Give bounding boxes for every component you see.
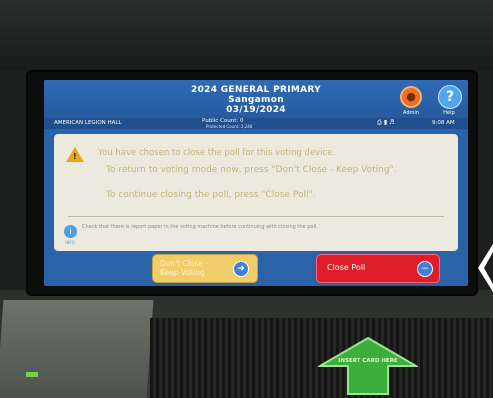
clock: 9:08 AM — [432, 120, 455, 126]
question-icon: ? — [445, 89, 455, 105]
admin-label: Admin — [403, 110, 419, 116]
warning-message: You have chosen to close the poll for th… — [98, 148, 336, 158]
warning-icon-mark: ! — [73, 152, 77, 161]
close-poll-label: Close Poll — [327, 263, 366, 272]
voting-screen: 2024 GENERAL PRIMARY Sangamon 03/19/2024… — [44, 80, 468, 286]
paper-check-note: Check that there is report paper in the … — [82, 224, 318, 230]
pointer-arrow-icon — [478, 244, 493, 292]
machine-side-panel — [0, 300, 154, 398]
insert-card-arrow-icon — [318, 336, 418, 395]
background-wall — [0, 0, 493, 70]
shield-icon: ● — [406, 90, 416, 103]
help-label: Help — [443, 110, 455, 116]
volume-icon: ♬ — [389, 119, 397, 126]
printer-icon: ⎙ — [377, 119, 384, 126]
arrow-circle-icon: ➜ — [233, 261, 249, 277]
insert-card-label: INSERT CARD HERE — [338, 358, 398, 364]
status-light — [26, 372, 38, 377]
dialog-divider — [68, 216, 444, 217]
help-button[interactable]: ? — [438, 85, 462, 109]
protected-count: Protected Count: 2,248 — [206, 124, 253, 129]
dont-close-label: Don't Close - Keep Voting — [160, 259, 209, 277]
info-label: INFO — [65, 240, 75, 245]
status-icons: ⎙▮♬ — [377, 119, 397, 127]
continue-instruction: To continue closing the poll, press "Clo… — [106, 190, 316, 200]
dont-close-button[interactable]: Don't Close - Keep Voting ➜ — [152, 254, 258, 283]
admin-button[interactable]: ● — [400, 86, 422, 108]
close-poll-button[interactable]: Close Poll − — [316, 254, 440, 283]
minus-circle-icon: − — [417, 261, 433, 277]
info-icon[interactable]: i — [64, 225, 77, 238]
polling-location: AMERICAN LEGION HALL — [54, 120, 122, 126]
return-instruction: To return to voting mode now, press "Don… — [106, 165, 397, 175]
